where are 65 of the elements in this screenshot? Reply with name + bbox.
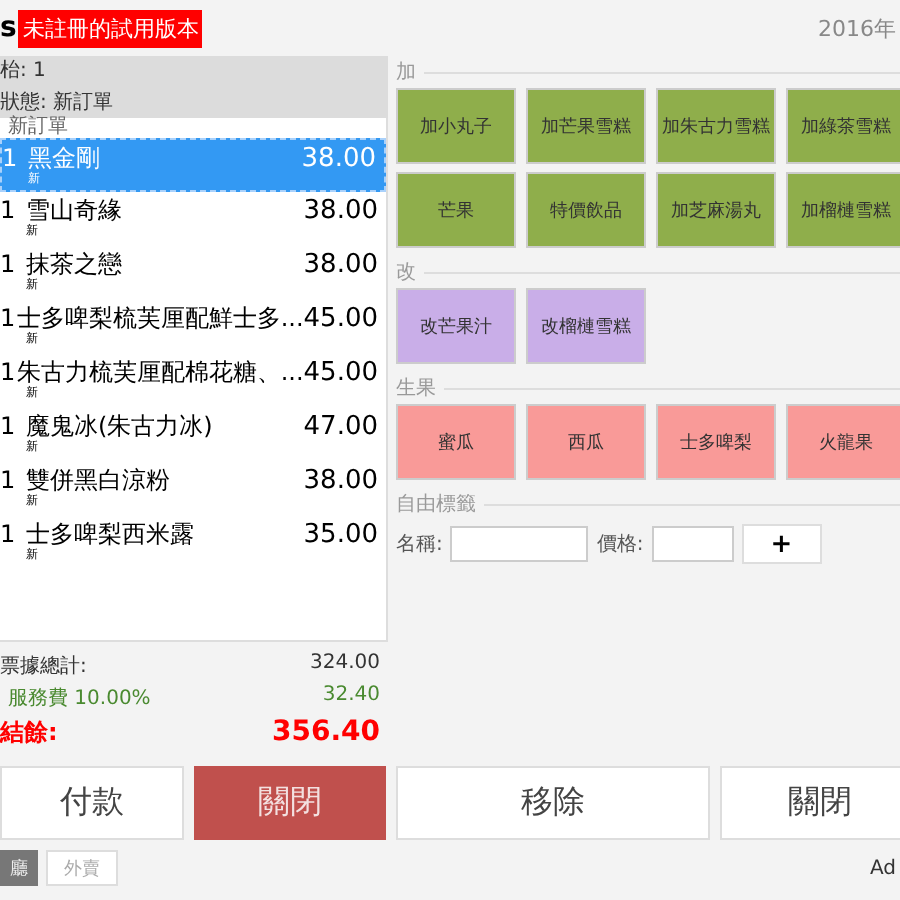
item-price: 35.00 [301, 519, 380, 550]
action-button[interactable]: 移除 [396, 766, 710, 840]
product-button[interactable]: 加芝麻湯丸 [656, 172, 776, 248]
item-price: 45.00 [303, 303, 380, 334]
service-label: 服務費 10.00% [8, 685, 151, 712]
item-price: 45.00 [303, 357, 380, 388]
price-field[interactable] [651, 526, 734, 562]
item-quantity: 1 [0, 358, 17, 387]
subtotal-value: 324.00 [310, 652, 380, 678]
section-title: 改 [396, 260, 416, 286]
subtotal-label: 票據總計: [0, 653, 87, 680]
table-number: 枱: 1 [0, 57, 48, 85]
service-value: 32.40 [322, 684, 380, 710]
item-name: 雪山奇緣 [26, 193, 124, 224]
action-button[interactable]: 付款 [0, 766, 184, 840]
item-price: 47.00 [301, 411, 380, 442]
item-price: 38.00 [301, 195, 380, 226]
item-name: 朱古力梳芙厘配棉花糖、... [16, 355, 304, 386]
item-quantity: 1 [0, 304, 17, 333]
balance-value: 356.40 [271, 716, 380, 750]
item-name: 抹茶之戀 [26, 247, 124, 278]
product-button[interactable]: 西瓜 [526, 404, 646, 480]
name-label: 名稱: [396, 532, 443, 558]
name-field[interactable] [450, 526, 589, 562]
product-button[interactable]: 特價飲品 [526, 172, 646, 248]
product-button[interactable]: 改芒果汁 [396, 288, 516, 364]
product-button[interactable]: 加小丸子 [396, 88, 516, 164]
item-quantity: 1 [0, 196, 18, 225]
add-button[interactable]: + [741, 524, 822, 564]
footer-text: Ad [869, 857, 896, 879]
item-price: 38.00 [301, 249, 380, 280]
item-price: 38.00 [299, 143, 378, 174]
action-button[interactable]: 關閉 [194, 766, 386, 840]
product-button[interactable]: 士多啤梨 [656, 404, 776, 480]
section-title: 生果 [396, 375, 436, 402]
item-name: 士多啤梨梳芙厘配鮮士多... [16, 301, 304, 332]
product-button[interactable]: 蜜瓜 [396, 404, 516, 480]
section-title: 自由標籤 [396, 491, 476, 518]
balance-label: 結餘: [0, 716, 58, 750]
group-label: 新訂單 [8, 117, 70, 138]
order-status: 狀態: 新訂單 [0, 89, 116, 115]
item-name: 士多啤梨西米露 [26, 517, 196, 548]
date-text: 2016年 [818, 13, 896, 43]
item-quantity: 1 [0, 520, 18, 549]
product-button[interactable]: 加綠茶雪糕 [786, 88, 900, 164]
product-button[interactable]: 芒果 [396, 172, 516, 248]
item-name: 黑金剛 [28, 141, 102, 172]
trial-badge: 未註冊的試用版本 [18, 9, 203, 47]
item-name: 魔鬼冰(朱古力冰) [26, 409, 215, 440]
item-quantity: 1 [2, 144, 20, 173]
item-quantity: 1 [0, 250, 18, 279]
item-quantity: 1 [0, 412, 18, 441]
price-label: 價格: [596, 531, 644, 558]
order-type-tab[interactable]: 廳 [0, 850, 38, 886]
item-name: 雙併黑白涼粉 [26, 463, 172, 494]
item-quantity: 1 [0, 466, 18, 495]
product-button[interactable]: 加榴槤雪糕 [786, 172, 900, 248]
app-title: s [0, 12, 17, 44]
product-button[interactable]: 火龍果 [786, 404, 900, 480]
item-price: 38.00 [301, 465, 380, 496]
product-button[interactable]: 改榴槤雪糕 [526, 288, 646, 364]
section-title: 加 [396, 59, 416, 86]
product-button[interactable]: 加朱古力雪糕 [656, 88, 776, 164]
product-button[interactable]: 加芒果雪糕 [526, 88, 646, 164]
action-button[interactable]: 關閉 [720, 766, 900, 840]
